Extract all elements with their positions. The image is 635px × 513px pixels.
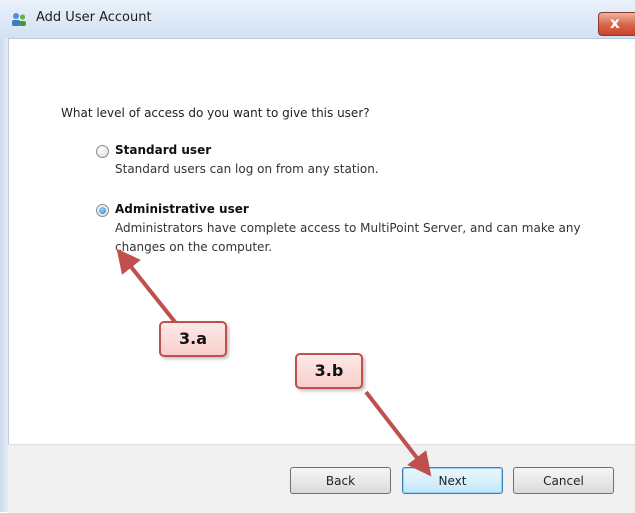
callout-3b: 3.b: [295, 353, 363, 389]
arrow-to-next-button: [364, 390, 432, 477]
annotation-arrows: [116, 248, 432, 477]
callout-3a: 3.a: [159, 321, 227, 357]
arrow-to-administrative-radio: [116, 248, 177, 324]
